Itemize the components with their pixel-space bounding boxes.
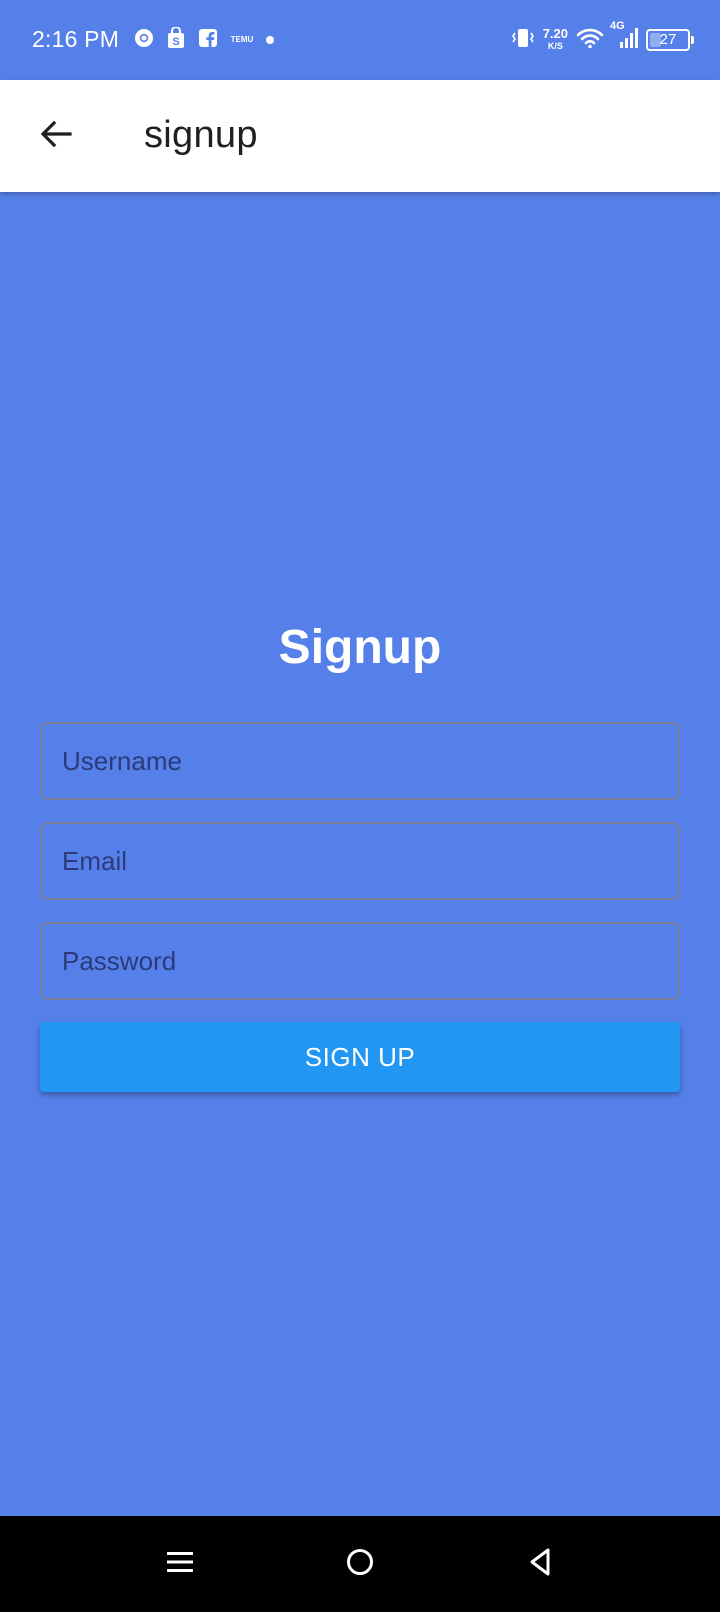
- vibrate-icon: [511, 27, 535, 54]
- temu-icon: TEMU: [230, 36, 254, 44]
- menu-icon: [165, 1547, 195, 1582]
- network-speed: 7.20 K/S: [542, 26, 568, 52]
- form-heading: Signup: [278, 621, 442, 674]
- username-input[interactable]: [40, 722, 680, 800]
- signal-icon: 4G: [610, 20, 638, 55]
- status-time: 2:16 PM: [32, 26, 120, 52]
- status-system-icons: 7.20 K/S 4G 27: [503, 20, 694, 56]
- status-bar: 2:16 PM S TEMU 7.20 K/S 4G 27: [0, 0, 720, 80]
- back-arrow-icon: [38, 116, 74, 157]
- password-input[interactable]: [40, 922, 680, 1000]
- network-type: 4G: [610, 19, 625, 32]
- back-icon: [525, 1547, 555, 1582]
- shopping-bag-icon: S: [166, 25, 186, 54]
- signup-button[interactable]: SIGN UP: [40, 1022, 680, 1092]
- system-back-button[interactable]: [520, 1544, 560, 1584]
- email-input[interactable]: [40, 822, 680, 900]
- svg-text:S: S: [172, 36, 179, 48]
- battery-level: 27: [659, 31, 677, 48]
- system-nav-bar: [0, 1516, 720, 1612]
- status-notification-icons: S TEMU: [134, 25, 286, 54]
- network-speed-unit: K/S: [547, 41, 563, 51]
- home-button[interactable]: [340, 1544, 380, 1584]
- temu-label: TEMU: [230, 35, 254, 44]
- network-speed-value: 7.20: [542, 26, 568, 41]
- page-title: signup: [144, 114, 258, 156]
- back-button[interactable]: [24, 108, 88, 164]
- recent-apps-button[interactable]: [160, 1544, 200, 1584]
- wifi-icon: [576, 27, 604, 54]
- notification-dot-icon: [266, 36, 274, 44]
- chrome-icon: [134, 28, 154, 53]
- battery-icon: 27: [646, 29, 694, 51]
- home-icon: [345, 1547, 375, 1582]
- app-bar: signup: [0, 80, 720, 192]
- facebook-icon: [198, 28, 218, 53]
